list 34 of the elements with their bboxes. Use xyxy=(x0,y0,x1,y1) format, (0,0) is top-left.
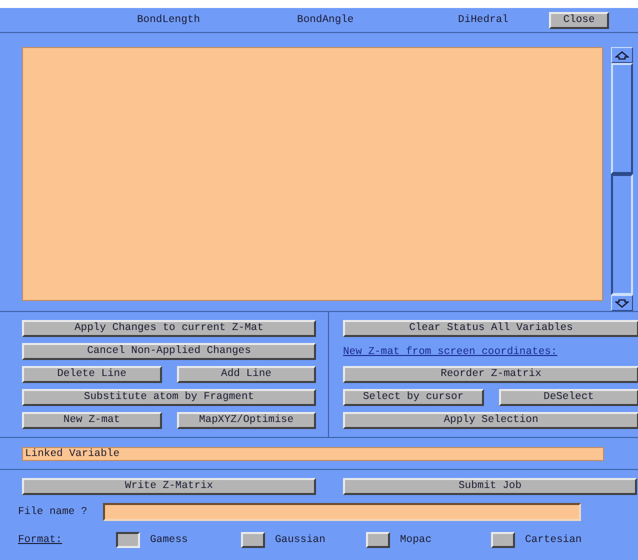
action-button[interactable]: Cancel Non-Applied Changes xyxy=(22,343,316,360)
scroll-thumb[interactable] xyxy=(611,63,633,174)
action-button[interactable]: Apply Changes to current Z-Mat xyxy=(22,320,316,337)
action-button[interactable]: New Z-mat xyxy=(22,412,162,429)
column-header: BondAngle xyxy=(297,14,354,26)
linked-variable-field[interactable]: Linked Variable xyxy=(22,447,604,461)
file-name-label: File name ? xyxy=(18,506,88,518)
section-label: New Z-mat from screen coordinates: xyxy=(343,346,558,358)
format-option-label: Mopac xyxy=(400,534,432,546)
format-label: Format: xyxy=(18,534,64,546)
action-button[interactable]: Reorder Z-matrix xyxy=(343,366,638,383)
action-button[interactable]: MapXYZ/Optimise xyxy=(176,412,316,429)
format-toggle[interactable] xyxy=(116,532,140,548)
column-header: BondLength xyxy=(137,14,200,26)
file-name-field[interactable] xyxy=(103,503,582,521)
action-button[interactable]: Delete Line xyxy=(22,366,162,383)
format-option-label: Gaussian xyxy=(275,534,326,546)
up-arrow-icon xyxy=(615,50,629,60)
action-button[interactable]: Submit Job xyxy=(343,478,637,495)
action-button[interactable]: Select by cursor xyxy=(343,389,484,406)
action-button[interactable]: Write Z-Matrix xyxy=(22,478,316,495)
scroll-down-button[interactable] xyxy=(611,295,633,311)
action-button[interactable]: Add Line xyxy=(176,366,316,383)
scrollbar[interactable] xyxy=(611,47,633,311)
scroll-up-button[interactable] xyxy=(611,47,633,63)
format-option-label: Cartesian xyxy=(525,534,582,546)
format-option-label: Gamess xyxy=(150,534,188,546)
close-button[interactable]: Close xyxy=(549,12,610,28)
column-header: DiHedral xyxy=(458,14,508,26)
down-arrow-icon xyxy=(615,298,629,308)
action-button[interactable]: Clear Status All Variables xyxy=(343,320,638,337)
action-button[interactable]: DeSelect xyxy=(498,389,638,406)
action-button[interactable]: Substitute atom by Fragment xyxy=(22,389,316,406)
action-button[interactable]: Apply Selection xyxy=(343,412,638,429)
